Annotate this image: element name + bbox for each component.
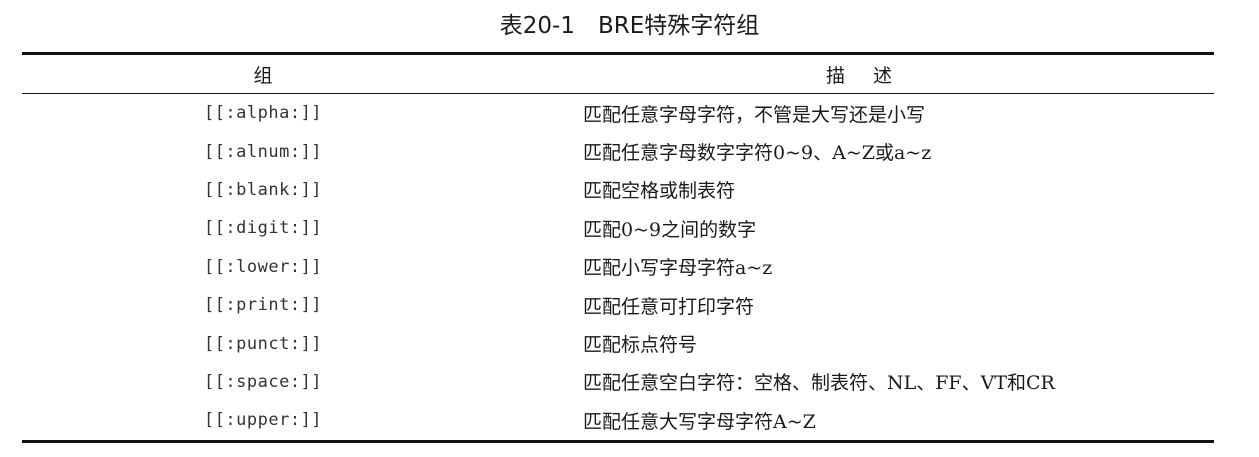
description-cell: 匹配任意字母字符，不管是大写还是小写 — [583, 103, 926, 126]
table-container: 组 描述 [[:alpha:]] 匹配任意字母字符，不管是大写还是小写 [[:a… — [22, 52, 1214, 443]
group-cell: [[:punct:]] — [203, 333, 323, 354]
description-cell: 匹配任意可打印字符 — [583, 295, 755, 318]
description-cell: 匹配空格或制表符 — [583, 180, 736, 203]
table-row: [[:alnum:]] 匹配任意字母数字字符0~9、A~Z或a~z — [22, 132, 1214, 170]
group-cell: [[:digit:]] — [203, 218, 323, 239]
table-row: [[:print:]] 匹配任意可打印字符 — [22, 286, 1214, 324]
table-row: [[:digit:]] 匹配0~9之间的数字 — [22, 209, 1214, 247]
table-row: [[:upper:]] 匹配任意大写字母字符A~Z — [22, 401, 1214, 442]
description-cell: 匹配任意字母数字字符0~9、A~Z或a~z — [583, 142, 932, 165]
table-row: [[:lower:]] 匹配小写字母字符a~z — [22, 248, 1214, 286]
header-group: 组 — [253, 64, 273, 87]
table-row: [[:punct:]] 匹配标点符号 — [22, 324, 1214, 362]
table-row: [[:blank:]] 匹配空格或制表符 — [22, 171, 1214, 209]
table-header: 组 描述 — [22, 53, 1214, 94]
group-cell: [[:space:]] — [203, 371, 323, 392]
group-cell: [[:blank:]] — [203, 179, 323, 200]
table-caption: 表20-1 BRE特殊字符组 — [499, 13, 760, 39]
table-row: [[:space:]] 匹配任意空白字符：空格、制表符、NL、FF、VT和CR — [22, 363, 1214, 401]
description-cell: 匹配标点符号 — [583, 334, 698, 357]
group-cell: [[:alpha:]] — [203, 103, 323, 124]
description-cell: 匹配任意空白字符：空格、制表符、NL、FF、VT和CR — [583, 372, 1055, 395]
bre-character-class-table: 组 描述 [[:alpha:]] 匹配任意字母字符，不管是大写还是小写 [[:a… — [22, 52, 1214, 443]
table-body: [[:alpha:]] 匹配任意字母字符，不管是大写还是小写 [[:alnum:… — [22, 94, 1214, 442]
group-cell: [[:lower:]] — [203, 256, 323, 277]
group-cell: [[:alnum:]] — [203, 141, 323, 162]
description-cell: 匹配小写字母字符a~z — [583, 257, 773, 280]
group-cell: [[:upper:]] — [203, 410, 323, 431]
group-cell: [[:print:]] — [203, 295, 323, 316]
header-row: 组 描述 — [22, 53, 1214, 94]
description-cell: 匹配任意大写字母字符A~Z — [583, 410, 816, 433]
header-description: 描述 — [825, 64, 920, 87]
description-cell: 匹配0~9之间的数字 — [583, 218, 757, 241]
table-row: [[:alpha:]] 匹配任意字母字符，不管是大写还是小写 — [22, 94, 1214, 133]
